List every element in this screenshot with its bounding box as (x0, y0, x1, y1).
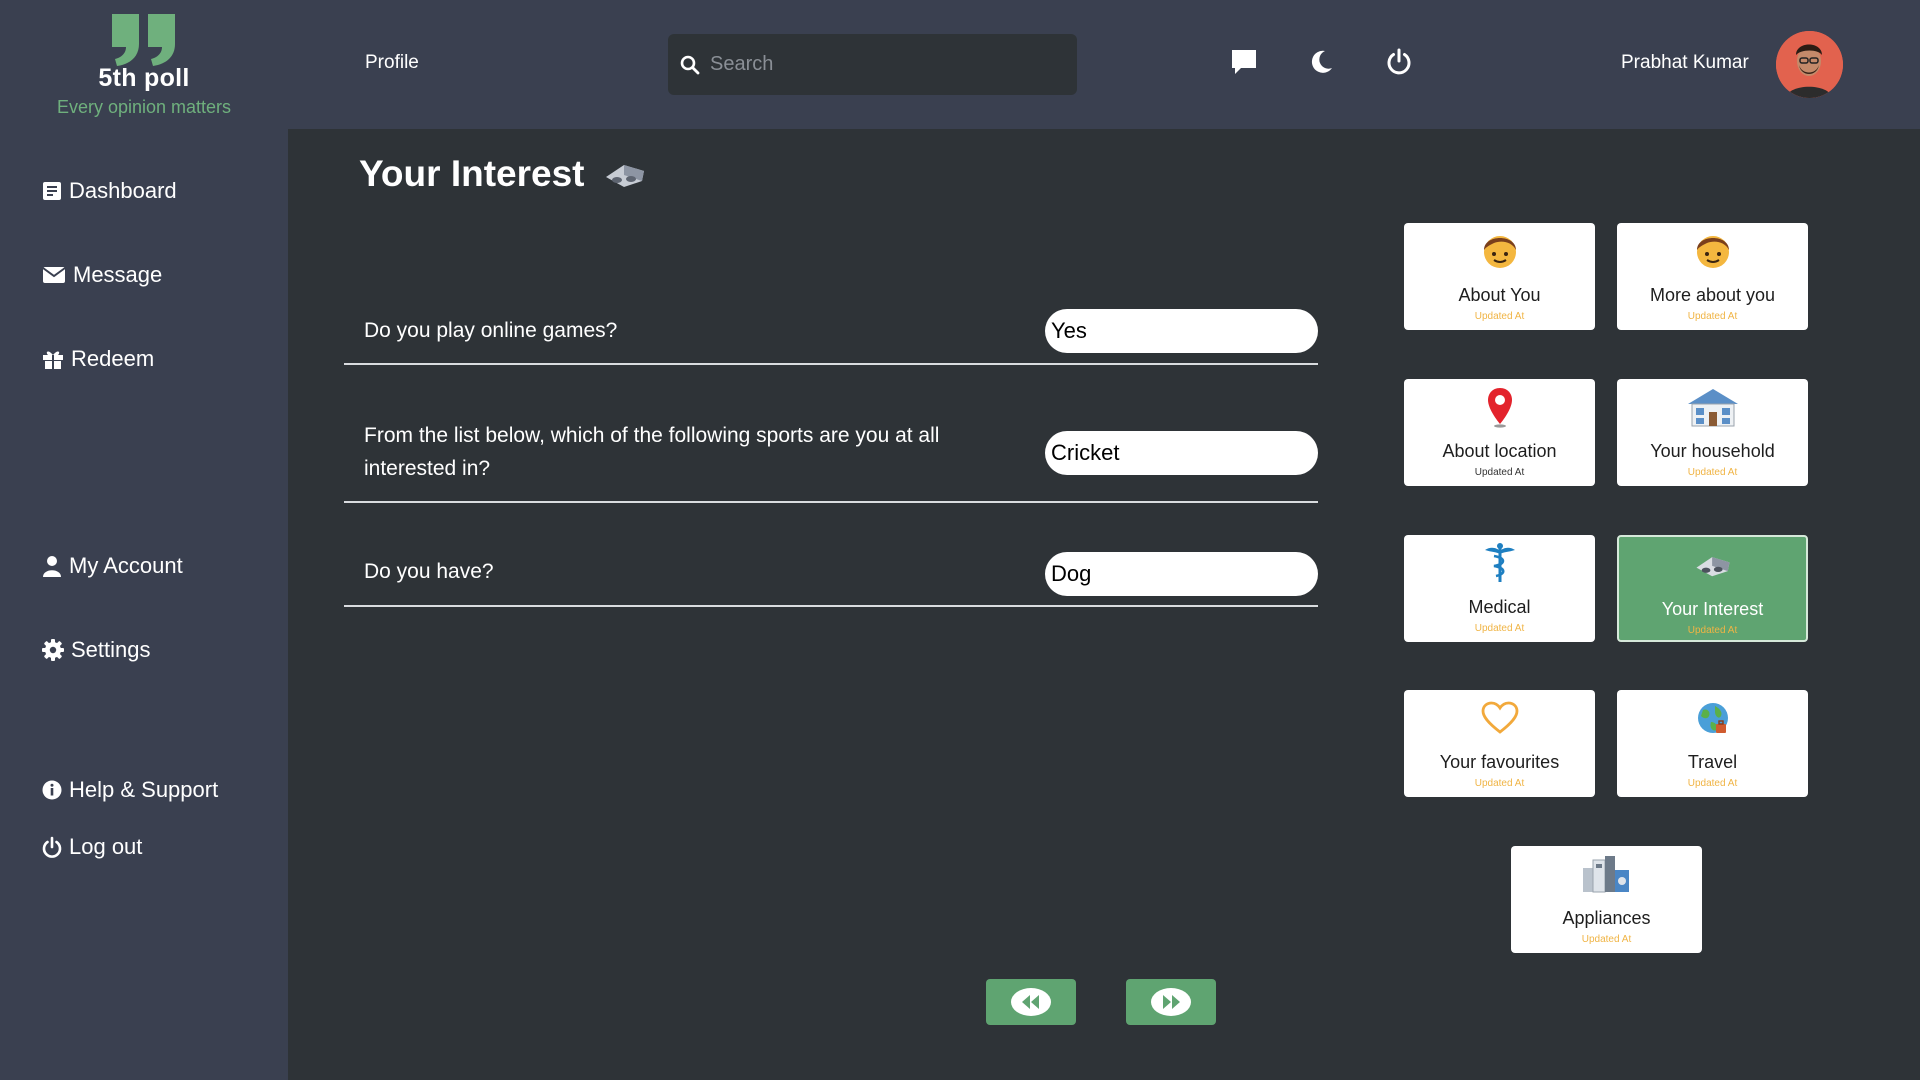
appliances-icon (1511, 852, 1702, 896)
answer-input[interactable]: Dog (1045, 552, 1318, 596)
card-title: Medical (1468, 597, 1531, 617)
card-your-favourites[interactable]: Your favourites Updated At (1404, 690, 1595, 797)
question-row: Do you play online games? Yes (344, 300, 1318, 365)
sidebar-item-label: Redeem (71, 346, 155, 371)
question-text: Do you play online games? (364, 319, 618, 342)
sidebar-item-label: Message (73, 262, 163, 287)
card-about-location[interactable]: About location Updated At (1404, 379, 1595, 486)
user-icon (43, 556, 61, 577)
sidebar-item-label: Log out (69, 834, 143, 859)
brand-name: 5th poll (98, 64, 190, 92)
card-medical[interactable]: Medical Updated At (1404, 535, 1595, 642)
search-icon (680, 55, 700, 74)
card-title: About You (1458, 285, 1541, 305)
card-subtitle: Updated At (1687, 467, 1738, 478)
sidebar-item-settings[interactable]: Settings (42, 637, 151, 663)
chat-icon[interactable] (1228, 46, 1260, 78)
sidebar-item-my-account[interactable]: My Account (42, 553, 183, 579)
card-subtitle: Updated At (1687, 778, 1738, 789)
card-title: Appliances (1562, 908, 1651, 928)
sidebar-item-dashboard[interactable]: Dashboard (42, 178, 177, 204)
vr-headset-icon (1619, 543, 1806, 587)
card-title: Your favourites (1439, 752, 1560, 772)
card-title: About location (1442, 441, 1557, 461)
quote-logo-icon (112, 14, 175, 66)
location-pin-icon (1404, 385, 1595, 429)
card-title: Your Interest (1661, 599, 1764, 619)
sidebar-item-label: My Account (69, 553, 183, 578)
previous-button[interactable] (986, 979, 1076, 1025)
card-title: More about you (1649, 285, 1776, 305)
card-subtitle: Updated At (1474, 467, 1525, 478)
clipboard-icon (43, 182, 61, 200)
sidebar-item-label: Dashboard (69, 178, 177, 203)
answer-input[interactable]: Yes (1045, 309, 1318, 353)
gear-icon (42, 639, 64, 661)
sidebar-item-label: Settings (71, 637, 151, 662)
card-subtitle: Updated At (1687, 311, 1738, 322)
brand-tagline: Every opinion matters (56, 97, 232, 117)
globe-travel-icon (1617, 696, 1808, 740)
card-about-you[interactable]: About You Updated At (1404, 223, 1595, 330)
fast-forward-icon (1151, 988, 1191, 1016)
power-icon[interactable] (1383, 46, 1415, 78)
vr-headset-icon (606, 165, 645, 187)
avatar[interactable] (1776, 31, 1843, 98)
next-button[interactable] (1126, 979, 1216, 1025)
boy-icon (1404, 229, 1595, 273)
heart-icon (1404, 696, 1595, 740)
page-title-text: Your Interest (359, 153, 585, 194)
brand-logo[interactable]: 5th poll Every opinion matters (44, 14, 244, 118)
card-your-household[interactable]: Your household Updated At (1617, 379, 1808, 486)
question-text: Do you have? (364, 560, 494, 583)
user-name[interactable]: Prabhat Kumar (1621, 52, 1749, 74)
question-row: Do you have? Dog (344, 543, 1318, 607)
boy-icon (1617, 229, 1808, 273)
card-more-about-you[interactable]: More about you Updated At (1617, 223, 1808, 330)
card-your-interest[interactable]: Your Interest Updated At (1617, 535, 1808, 642)
question-text: From the list below, which of the follow… (364, 424, 940, 480)
sidebar-item-help-support[interactable]: Help & Support (42, 777, 218, 803)
gift-icon (43, 351, 63, 369)
sidebar-item-redeem[interactable]: Redeem (42, 346, 154, 372)
card-subtitle: Updated At (1581, 934, 1632, 945)
card-subtitle: Updated At (1687, 625, 1738, 636)
card-subtitle: Updated At (1474, 623, 1525, 634)
answer-input[interactable]: Cricket (1045, 431, 1318, 475)
card-travel[interactable]: Travel Updated At (1617, 690, 1808, 797)
page-title: Your Interest (359, 153, 648, 195)
question-row: From the list below, which of the follow… (344, 412, 1318, 503)
card-title: Travel (1687, 752, 1738, 772)
power-icon (42, 836, 62, 858)
card-subtitle: Updated At (1474, 778, 1525, 789)
rewind-icon (1011, 988, 1051, 1016)
card-title: Your household (1650, 441, 1775, 461)
sidebar-item-log-out[interactable]: Log out (42, 834, 142, 860)
caduceus-icon (1404, 541, 1595, 585)
card-appliances[interactable]: Appliances Updated At (1511, 846, 1702, 953)
search-input[interactable] (710, 53, 1050, 76)
moon-icon[interactable] (1305, 46, 1337, 78)
sidebar-item-message[interactable]: Message (42, 262, 162, 288)
sidebar-item-label: Help & Support (69, 777, 219, 802)
search-bar[interactable] (668, 34, 1077, 95)
card-subtitle: Updated At (1474, 311, 1525, 322)
profile-link[interactable]: Profile (365, 52, 419, 74)
envelope-icon (42, 267, 66, 283)
top-header: 5th poll Every opinion matters Profile P… (0, 0, 1920, 129)
house-icon (1617, 385, 1808, 429)
info-icon (42, 780, 62, 800)
